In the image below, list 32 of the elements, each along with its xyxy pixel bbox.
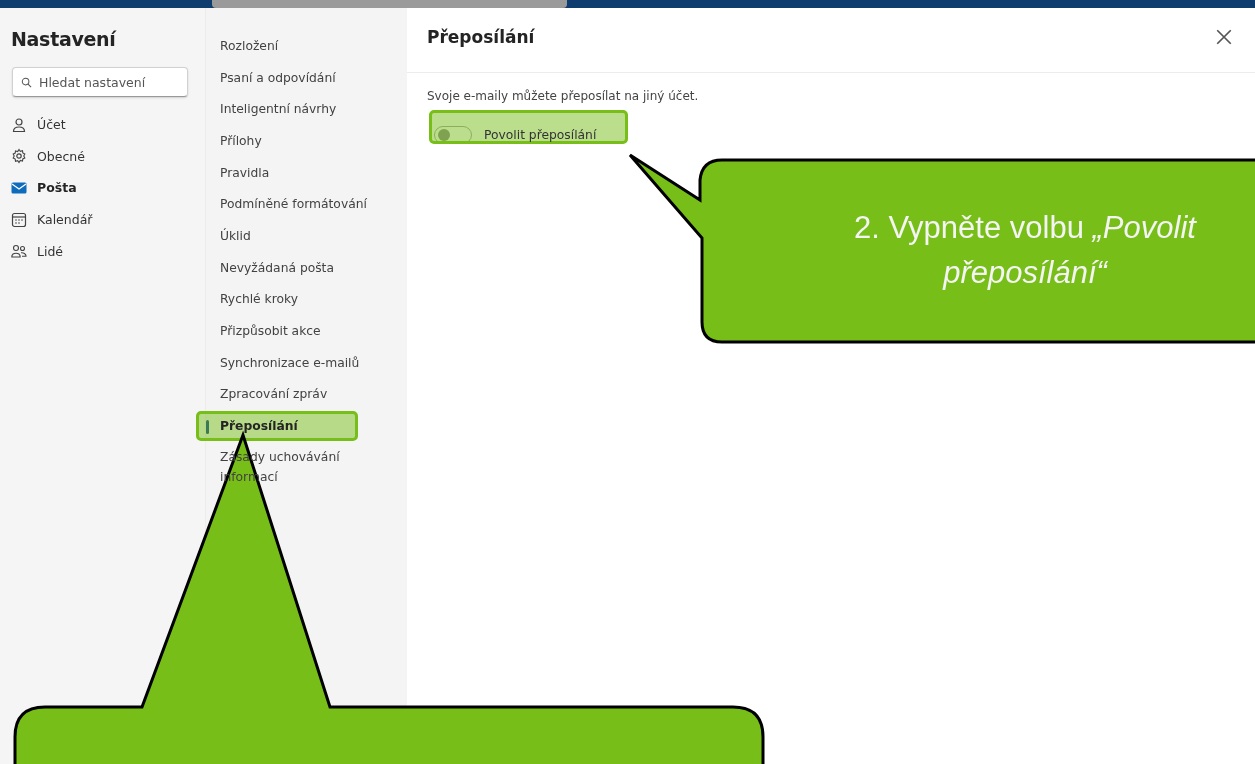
search-field[interactable]: Hledat nastavení [12, 67, 188, 97]
category-item[interactable]: Psaní a odpovídání [206, 61, 394, 94]
category-item[interactable]: Inteligentní návrhy [206, 93, 394, 126]
sidebar-item[interactable]: Obecné [11, 140, 205, 173]
sidebar-item[interactable]: Lidé [11, 235, 205, 267]
category-item[interactable]: Pravidla [206, 156, 394, 189]
sidebar-item[interactable]: Kalendář [11, 203, 205, 236]
category-item[interactable]: Rozložení [206, 30, 394, 62]
category-item[interactable]: Přeposílání [196, 411, 358, 442]
settings-title: Nastavení [11, 28, 118, 52]
envelope-icon [11, 180, 27, 196]
toggle-label: Povolit přeposílání [484, 128, 597, 142]
category-item[interactable]: Přizpůsobit akce [206, 315, 394, 347]
category-item[interactable]: Synchronizace e-mailů [206, 346, 394, 379]
category-item[interactable]: Rychlé kroky [206, 283, 394, 316]
sidebar-item[interactable]: Účet [11, 109, 205, 141]
gear-icon [11, 148, 27, 165]
calendar-icon [11, 211, 27, 228]
category-item[interactable]: Úklid [206, 220, 394, 252]
callout-text: 2. Vypněte volbu „Povolit přeposílání“ [853, 209, 1198, 292]
scrollbar-thumb[interactable] [212, 0, 567, 8]
search-icon [21, 77, 32, 88]
category-item[interactable]: Podmíněné formátování [206, 188, 394, 221]
panel-title: Přeposílání [427, 27, 535, 47]
category-item[interactable]: Přílohy [206, 125, 394, 157]
category-item[interactable]: Zpracování zpráv [206, 378, 394, 411]
people-icon [11, 243, 27, 260]
sidebar-item[interactable]: Pošta [11, 172, 205, 204]
description-text: Svoje e-maily můžete přeposílat na jiný účet. [427, 89, 700, 103]
toggle-switch[interactable] [434, 126, 472, 144]
category-item[interactable]: Nevyžádaná pošta [206, 251, 394, 284]
person-icon [11, 116, 27, 133]
